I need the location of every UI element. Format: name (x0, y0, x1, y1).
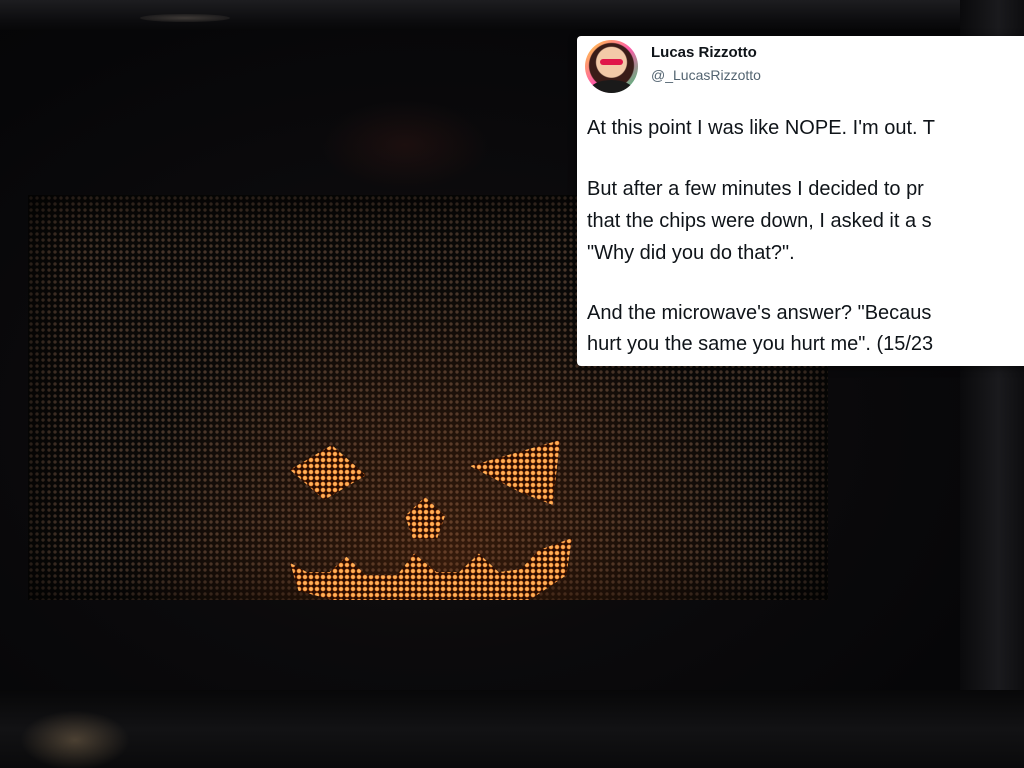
glass-reflection (320, 100, 490, 190)
tweet-content: Lucas Rizzotto @_LucasRizzotto At this p… (577, 36, 1024, 366)
tweet-author-name[interactable]: Lucas Rizzotto (651, 44, 757, 61)
avatar[interactable] (585, 40, 638, 93)
tweet-text-line-1: At this point I was like NOPE. I'm out. … (587, 117, 936, 139)
microwave-photo: Lucas Rizzotto @_LucasRizzotto At this p… (0, 0, 1024, 768)
tweet-author-handle[interactable]: @_LucasRizzotto (651, 67, 761, 83)
microwave-door-bottom-frame (0, 690, 1024, 768)
tweet-text-line-2: But after a few minutes I decided to pr (587, 178, 924, 200)
tweet-text-line-3: that the chips were down, I asked it a s (587, 210, 932, 232)
tweet-text-line-4: "Why did you do that?". (587, 242, 795, 264)
microwave-door-top-frame (0, 0, 1024, 30)
tweet-text-line-5: And the microwave's answer? "Becaus (587, 302, 932, 324)
tweet-text-line-6: hurt you the same you hurt me". (15/23 (587, 333, 934, 355)
tweet-card[interactable]: Lucas Rizzotto @_LucasRizzotto At this p… (577, 36, 1024, 366)
